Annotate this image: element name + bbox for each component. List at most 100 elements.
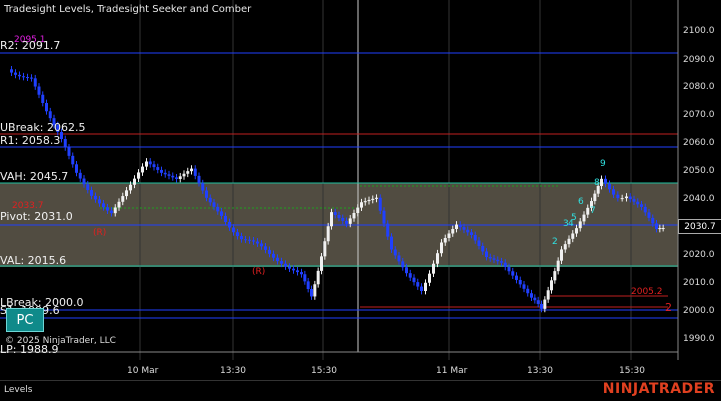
candle-body	[156, 167, 160, 170]
candle-body	[306, 281, 310, 290]
candle-body	[640, 204, 643, 207]
candle-body	[345, 220, 348, 224]
candle-body	[582, 214, 586, 222]
candle-body	[367, 199, 371, 202]
candle-body	[378, 197, 382, 211]
candle-body	[248, 239, 251, 241]
candle-body	[41, 94, 45, 103]
candle-body	[348, 218, 352, 224]
candle-body	[393, 249, 397, 256]
candle-body	[137, 172, 140, 179]
candle-body	[33, 78, 37, 87]
candle-body	[310, 289, 313, 297]
candle-body	[536, 300, 540, 304]
candle-body	[145, 161, 148, 167]
candle-body	[540, 303, 543, 309]
x-tick: 11 Mar	[436, 366, 468, 376]
candle-body	[292, 268, 295, 271]
candle-body	[152, 164, 156, 168]
y-tick: 2090.0	[683, 55, 715, 65]
candle-body	[113, 207, 117, 214]
y-tick: 2020.0	[683, 250, 715, 260]
seq-label-2: 2	[552, 237, 558, 247]
candle-body	[201, 183, 205, 191]
candle-body	[160, 169, 163, 173]
candle-body	[48, 111, 52, 119]
candle-body	[71, 155, 75, 165]
candle-body	[533, 297, 537, 301]
tab-levels[interactable]: Levels	[4, 385, 32, 395]
candle-body	[390, 236, 393, 250]
candle-body	[75, 164, 78, 173]
candle-body	[268, 249, 271, 254]
candle-body	[363, 201, 367, 203]
candle-body	[432, 263, 435, 274]
candle-body	[556, 260, 560, 272]
candle-body	[106, 207, 109, 211]
y-tick: 2070.0	[683, 110, 715, 120]
ubreak-label: UBreak: 2062.5	[0, 121, 86, 134]
candle-body	[546, 290, 550, 300]
candle-body	[280, 261, 283, 264]
candle-body	[141, 166, 144, 173]
candle-body	[337, 215, 341, 218]
candle-body	[522, 284, 526, 289]
r1-label: R1: 2058.3	[0, 134, 61, 147]
candle-body	[86, 184, 90, 191]
candle-body	[620, 198, 624, 200]
candle-body	[260, 243, 263, 247]
vah-label: VAH: 2045.7	[0, 170, 69, 183]
candle-body	[90, 190, 93, 196]
candle-body	[518, 279, 522, 285]
x-tick: 15:30	[311, 366, 337, 376]
candle-body	[360, 202, 363, 208]
candle-body	[341, 217, 345, 221]
val-right-label: 2005.2	[631, 287, 663, 297]
candle-body	[481, 245, 485, 252]
candle-body	[316, 270, 320, 285]
candle-body	[632, 199, 636, 202]
candle-body	[571, 233, 575, 239]
y-tick: 2060.0	[683, 138, 715, 148]
candle-body	[440, 242, 443, 254]
x-tick: 13:30	[220, 366, 246, 376]
candle-body	[371, 198, 375, 200]
candle-body	[496, 259, 500, 262]
seq-label-8: 8	[594, 178, 600, 188]
candle-body	[330, 212, 333, 227]
candle-body	[193, 168, 197, 176]
candle-body	[458, 224, 462, 228]
candle-body	[466, 229, 470, 233]
candle-body	[232, 227, 235, 233]
chart-title: Tradesight Levels, Tradesight Seeker and…	[4, 4, 252, 15]
candle-body	[447, 233, 451, 238]
candle-body	[651, 217, 655, 224]
candle-body	[386, 223, 390, 237]
y-tick: 2100.0	[683, 26, 715, 36]
candle-body	[507, 266, 511, 272]
y-tick: 1990.0	[683, 334, 715, 344]
candle-body	[500, 261, 503, 263]
candle-body	[94, 195, 97, 200]
candle-body	[220, 211, 223, 216]
candle-body	[628, 196, 632, 200]
x-tick: 10 Mar	[127, 366, 159, 376]
candle-body	[530, 293, 533, 298]
candle-body	[578, 221, 582, 229]
candle-body	[323, 241, 327, 257]
candle-body	[608, 183, 611, 190]
y-tick: 2080.0	[683, 82, 715, 92]
candle-body	[428, 273, 431, 283]
candle-body	[182, 173, 186, 177]
candle-body	[296, 270, 299, 273]
count-right-label: 2	[665, 301, 672, 314]
current-price-tag: 2030.7	[678, 219, 721, 234]
candle-body	[625, 196, 628, 199]
candle-body	[655, 223, 658, 229]
candle-body	[264, 246, 267, 250]
pc-button[interactable]: PC	[6, 308, 44, 332]
candle-body	[382, 210, 386, 224]
candle-body	[420, 286, 423, 291]
candle-body	[186, 171, 190, 174]
candle-body	[643, 206, 647, 213]
